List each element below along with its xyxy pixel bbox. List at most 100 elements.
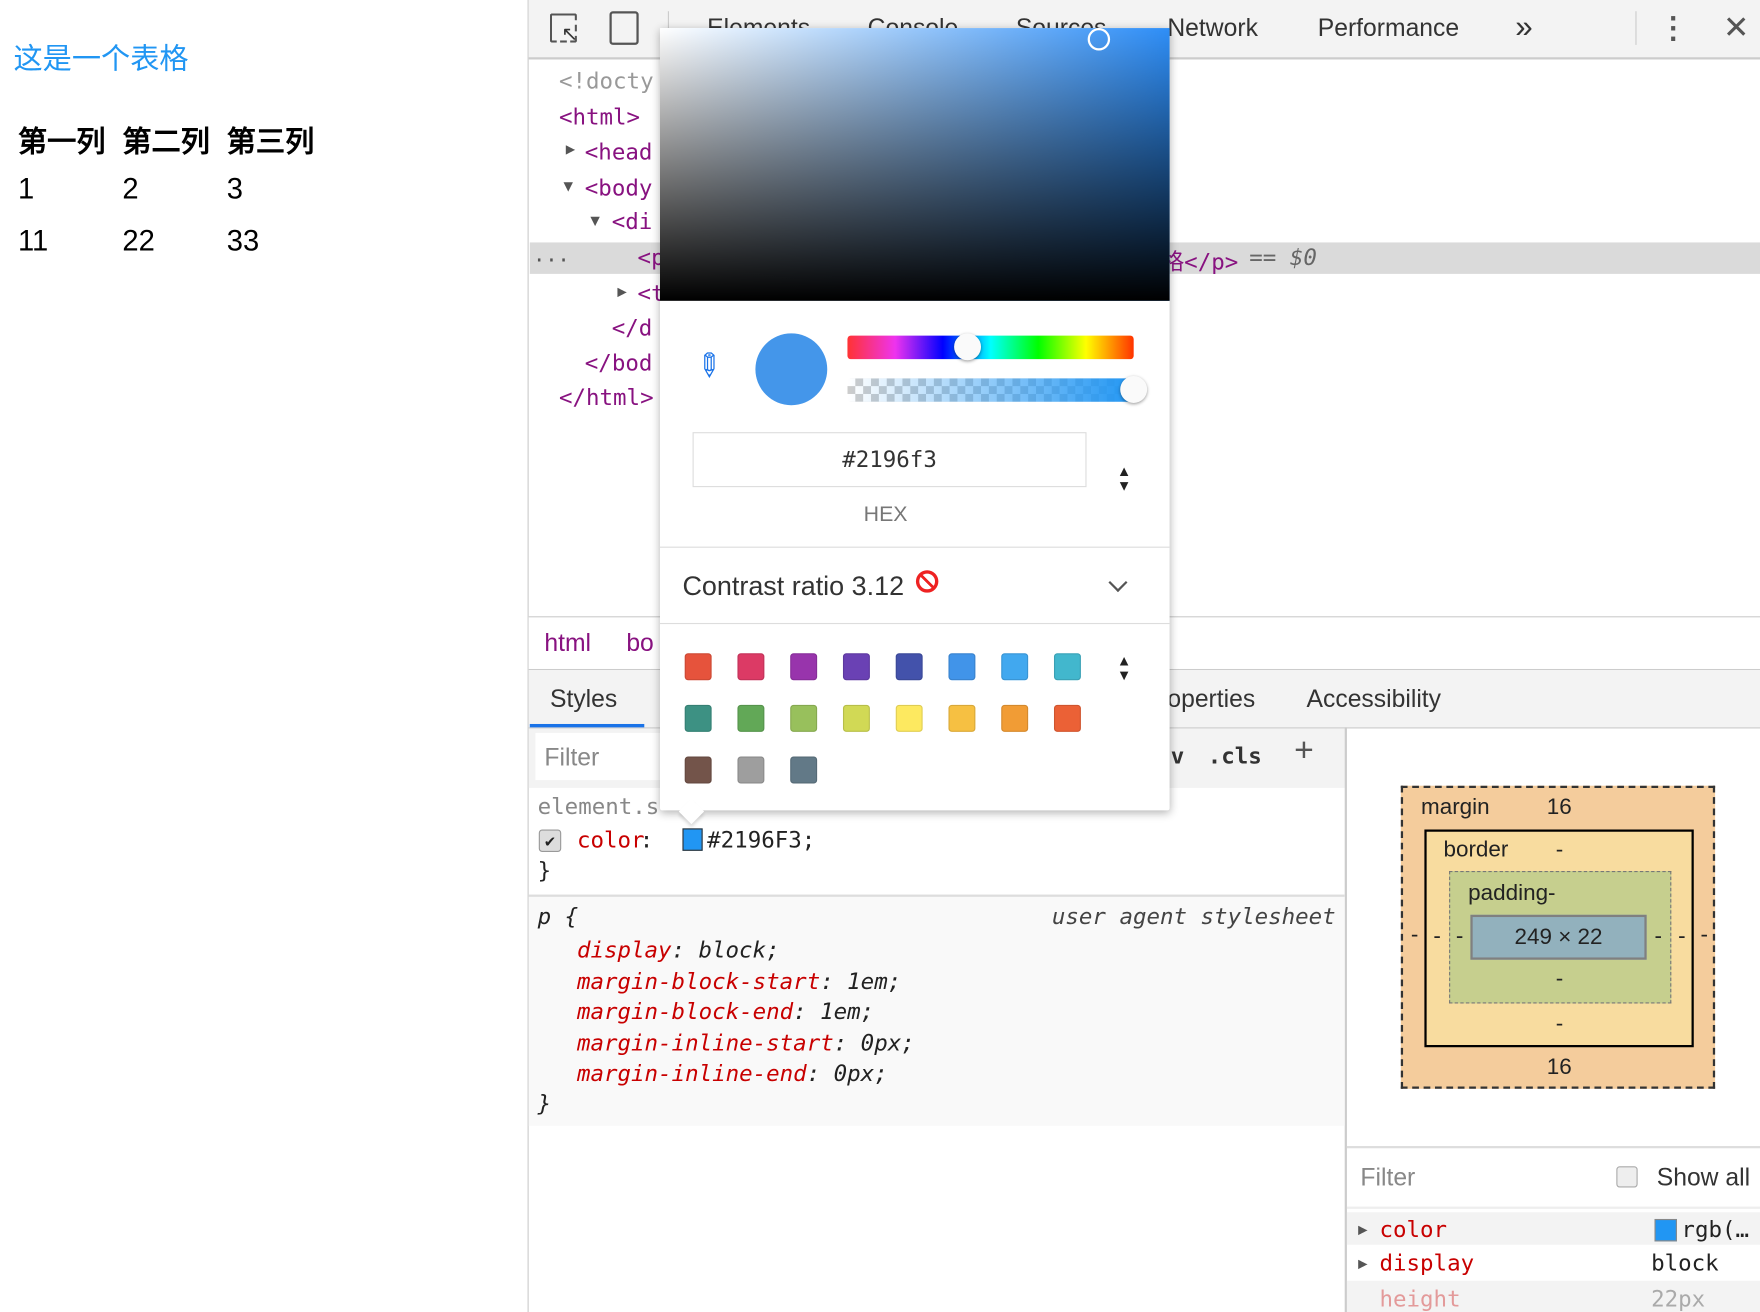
contrast-ratio-row[interactable]: Contrast ratio 3.12 [682,570,939,602]
alpha-slider-thumb[interactable] [1120,376,1148,403]
dom-node[interactable]: </d [612,314,653,341]
css-value[interactable]: 0px; [834,1060,888,1087]
box-model-padding[interactable]: padding- - - - 249 × 22 [1449,871,1672,1004]
cls-button[interactable]: .cls [1208,742,1262,769]
dom-node[interactable]: <!docty [559,67,654,94]
color-swatch[interactable] [895,704,923,732]
computed-filter-input[interactable]: Filter [1360,1163,1415,1192]
collapse-arrow-icon[interactable]: ▼ [563,177,572,195]
color-swatch[interactable] [682,828,703,851]
color-swatch[interactable] [684,704,712,732]
color-swatch[interactable] [790,653,818,681]
css-property[interactable]: margin-block-end [577,998,793,1025]
show-all-checkbox[interactable] [1616,1166,1638,1188]
margin-bottom[interactable]: 16 [1547,1055,1572,1081]
margin-right[interactable]: - [1701,923,1708,949]
table-cell: 33 [226,223,260,258]
dom-node[interactable]: <di [612,208,653,235]
kebab-menu-icon[interactable]: · · · [1669,3,1679,52]
expand-arrow-icon[interactable]: ▶ [1358,1255,1367,1273]
eyedropper-icon[interactable]: ✎ [688,343,733,388]
css-value[interactable]: #2196F3; [707,826,815,853]
collapse-arrow-icon[interactable]: ▼ [590,212,599,230]
color-swatch[interactable] [1053,653,1081,681]
color-swatch[interactable] [790,756,818,784]
padding-label: padding- [1468,881,1556,906]
css-value[interactable]: 0px; [861,1029,915,1056]
margin-left[interactable]: - [1411,923,1418,949]
border-top[interactable]: - [1556,837,1563,863]
css-property[interactable]: margin-inline-end [577,1060,807,1087]
color-swatch[interactable] [842,653,870,681]
hue-slider[interactable] [847,333,1134,361]
box-model-margin[interactable]: margin 16 16 - - border - - - - padding-… [1400,785,1716,1089]
color-swatch[interactable] [1001,653,1029,681]
hov-button[interactable]: v [1171,742,1185,769]
new-rule-button[interactable]: + [1294,732,1314,770]
close-icon[interactable]: ✕ [1723,9,1749,46]
border-bottom[interactable]: - [1556,1011,1563,1037]
hex-input[interactable]: #2196f3 [692,432,1087,488]
css-value[interactable]: block; [698,936,779,963]
color-swatch[interactable] [895,653,923,681]
border-left[interactable]: - [1433,924,1440,950]
dom-node[interactable]: </html> [559,384,654,411]
color-swatch[interactable] [1654,1218,1677,1242]
breadcrumb-html[interactable]: html [544,629,591,658]
tab-network[interactable]: Network [1167,13,1258,42]
css-property[interactable]: margin-inline-start [577,1029,834,1056]
color-swatch[interactable] [790,704,818,732]
tab-performance[interactable]: Performance [1318,13,1459,42]
saturation-handle[interactable] [1087,28,1111,51]
format-toggle-icon[interactable]: ▲ ▼ [1117,464,1131,493]
inspect-icon[interactable]: ↖ [550,13,578,45]
tab-accessibility[interactable]: Accessibility [1307,685,1441,714]
color-swatch[interactable] [737,704,765,732]
alpha-slider[interactable] [847,376,1148,403]
dom-node[interactable]: 格</p> [1162,244,1239,277]
border-right[interactable]: - [1678,924,1685,950]
color-swatch[interactable] [684,756,712,784]
color-swatch[interactable] [684,653,712,681]
dom-node[interactable]: <body [585,174,653,201]
chevron-down-icon[interactable] [1108,573,1128,593]
computed-prop: color [1379,1215,1448,1243]
ellipsis-icon[interactable]: ... [533,244,569,268]
dom-node[interactable]: <head [585,138,653,165]
padding-left[interactable]: - [1456,924,1463,950]
page-link[interactable]: 这是一个表格 [13,36,188,78]
css-value[interactable]: 1em; [847,967,901,994]
hue-slider-thumb[interactable] [954,333,982,361]
expand-arrow-icon[interactable]: ▶ [1358,1221,1367,1239]
expand-arrow-icon[interactable]: ▶ [566,140,575,158]
color-swatch[interactable] [737,653,765,681]
margin-top[interactable]: 16 [1547,795,1572,821]
color-swatch[interactable] [948,704,976,732]
css-property[interactable]: display [577,936,672,963]
padding-right[interactable]: - [1654,924,1661,950]
css-value[interactable]: 1em; [820,998,874,1025]
css-property[interactable]: color [577,826,645,853]
color-swatch[interactable] [1001,704,1029,732]
dom-node[interactable]: </bod [585,349,653,376]
device-toggle-icon[interactable] [609,11,639,45]
css-property[interactable]: margin-block-start [577,967,820,994]
style-checkbox[interactable]: ✔ [538,829,562,852]
rule-source: user agent stylesheet [1051,902,1336,930]
more-tabs-icon[interactable]: » [1515,9,1532,45]
dom-node[interactable]: <html> [559,103,640,130]
box-model-border[interactable]: border - - - - padding- - - - 249 × 22 [1424,829,1694,1048]
color-swatch[interactable] [737,756,765,784]
color-swatch[interactable] [842,704,870,732]
palette-toggle-icon[interactable]: ▲ ▼ [1117,653,1131,682]
box-model-content[interactable]: 249 × 22 [1470,914,1647,960]
tab-properties[interactable]: operties [1167,685,1255,714]
padding-bottom[interactable]: - [1556,966,1563,992]
color-swatch[interactable] [948,653,976,681]
breadcrumb-body[interactable]: bo [626,629,653,658]
saturation-area[interactable] [660,28,1170,301]
expand-arrow-icon[interactable]: ▶ [617,283,626,301]
tab-styles[interactable]: Styles [550,685,617,714]
computed-prop: height [1379,1285,1461,1312]
color-swatch[interactable] [1053,704,1081,732]
